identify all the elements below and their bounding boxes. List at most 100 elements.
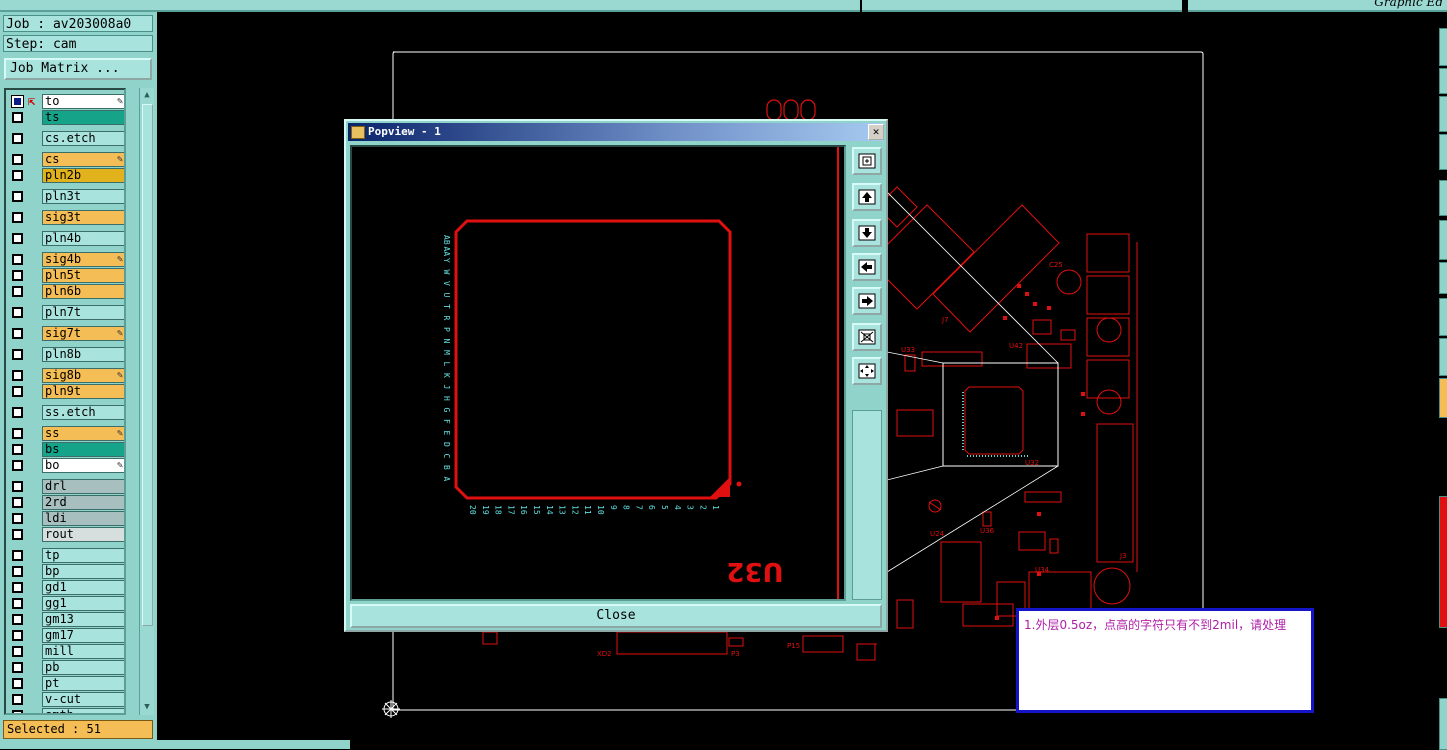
layer-checkbox[interactable] (12, 254, 23, 265)
layer-row[interactable]: pb (8, 660, 124, 675)
layer-name[interactable]: ss.etch (42, 405, 124, 420)
popview-canvas[interactable]: AB AA Y W V U T R P N M L K J H G F E D C B A 20 19 18 17 16 15 14 1… (350, 145, 846, 601)
layer-row[interactable]: pln5t (8, 268, 124, 283)
review-note-box[interactable]: 1.外层0.5oz，点高的字符只有不到2mil，请处理 (1016, 608, 1314, 713)
layer-checkbox[interactable] (12, 662, 23, 673)
close-button[interactable]: Close (350, 604, 882, 628)
layer-name[interactable]: bp (42, 564, 124, 579)
layer-row[interactable]: drl (8, 479, 124, 494)
layer-checkbox[interactable] (12, 513, 23, 524)
layer-checkbox[interactable] (12, 566, 23, 577)
layer-name[interactable]: pln5t (42, 268, 124, 283)
layer-row[interactable]: pln2b (8, 168, 124, 183)
close-icon[interactable]: ✕ (868, 124, 884, 140)
layer-row[interactable]: mill (8, 644, 124, 659)
job-matrix-button[interactable]: Job Matrix ... (4, 58, 152, 80)
right-tool-button-2[interactable] (1439, 68, 1447, 94)
scroll-down-arrow-icon[interactable]: ▼ (141, 701, 153, 713)
pan-up-button[interactable] (852, 183, 882, 211)
layer-row[interactable]: ss ✎ (8, 426, 124, 441)
layer-checkbox[interactable] (12, 154, 23, 165)
layer-row[interactable]: bo ✎ (8, 458, 124, 473)
pan-left-button[interactable] (852, 253, 882, 281)
layer-row[interactable]: pln8b (8, 347, 124, 362)
layer-name[interactable]: sig7t ✎ (42, 326, 124, 341)
layer-name[interactable]: pb (42, 660, 124, 675)
right-tool-button-3[interactable] (1439, 96, 1447, 132)
layer-name[interactable]: bs (42, 442, 124, 457)
layer-checkbox[interactable] (12, 328, 23, 339)
layer-row[interactable]: ldi (8, 511, 124, 526)
layer-name[interactable]: gg1 (42, 596, 124, 611)
layer-row[interactable]: pln4b (8, 231, 124, 246)
right-tool-button-5[interactable] (1439, 180, 1447, 216)
layer-checkbox[interactable] (12, 598, 23, 609)
right-tool-button-8[interactable] (1439, 298, 1447, 336)
layer-checkbox[interactable] (12, 614, 23, 625)
right-tool-button-12[interactable] (1439, 698, 1447, 750)
layer-row[interactable]: pln9t (8, 384, 124, 399)
layer-checkbox[interactable] (12, 582, 23, 593)
layer-checkbox[interactable] (12, 286, 23, 297)
layer-name[interactable]: gm17 (42, 628, 124, 643)
layer-name[interactable]: pln2b (42, 168, 124, 183)
layer-name[interactable]: v-cut (42, 692, 124, 707)
zoom-out-button[interactable] (852, 323, 882, 351)
layer-row[interactable]: pln7t (8, 305, 124, 320)
right-tool-button-10[interactable] (1439, 378, 1447, 418)
layer-checkbox[interactable] (12, 550, 23, 561)
layer-name[interactable]: gd1 (42, 580, 124, 595)
layer-checkbox[interactable] (12, 370, 23, 381)
layer-checkbox[interactable] (12, 112, 23, 123)
layer-checkbox[interactable] (12, 307, 23, 318)
layer-checkbox[interactable] (12, 646, 23, 657)
layer-row[interactable]: ⇱ to ✎ (8, 94, 124, 109)
right-tool-button-1[interactable] (1439, 28, 1447, 66)
layer-checkbox[interactable] (12, 481, 23, 492)
layer-row[interactable]: v-cut (8, 692, 124, 707)
layer-name[interactable]: sig3t (42, 210, 124, 225)
layer-checkbox[interactable] (12, 170, 23, 181)
layer-name[interactable]: ts (42, 110, 124, 125)
layer-row[interactable]: tp (8, 548, 124, 563)
layer-checkbox[interactable] (12, 407, 23, 418)
layer-name[interactable]: drl (42, 479, 124, 494)
layer-row[interactable]: ts (8, 110, 124, 125)
layer-name[interactable]: sig4b ✎ (42, 252, 124, 267)
layer-name[interactable]: to ✎ (42, 94, 124, 109)
layer-name[interactable]: 2rd (42, 495, 124, 510)
layer-checkbox[interactable] (12, 233, 23, 244)
layer-name[interactable]: pln8b (42, 347, 124, 362)
popview-tool-scroll[interactable] (852, 410, 882, 600)
right-tool-button-4[interactable] (1439, 134, 1447, 170)
layer-name[interactable]: pt (42, 676, 124, 691)
layer-name[interactable]: tp (42, 548, 124, 563)
top-toolbar-segment-2[interactable] (862, 0, 1182, 12)
layer-name[interactable]: ldi (42, 511, 124, 526)
scrollbar-thumb[interactable] (142, 104, 153, 626)
layer-row[interactable]: gm17 (8, 628, 124, 643)
layer-checkbox[interactable] (12, 678, 23, 689)
top-toolbar-segment-1[interactable] (0, 0, 860, 12)
layer-name[interactable]: gm13 (42, 612, 124, 627)
layer-name[interactable]: sig8b ✎ (42, 368, 124, 383)
layer-name[interactable]: pln6b (42, 284, 124, 299)
pan-down-button[interactable] (852, 219, 882, 247)
layer-row[interactable]: ss.etch (8, 405, 124, 420)
layer-checkbox[interactable] (12, 428, 23, 439)
layer-name[interactable]: mill (42, 644, 124, 659)
layer-row[interactable]: gd1 (8, 580, 124, 595)
layer-row[interactable]: bp (8, 564, 124, 579)
layer-row[interactable]: pln6b (8, 284, 124, 299)
layer-row[interactable]: pln3t (8, 189, 124, 204)
layer-row[interactable]: pt (8, 676, 124, 691)
layer-row[interactable]: sig8b ✎ (8, 368, 124, 383)
layer-row[interactable]: gm13 (8, 612, 124, 627)
layer-checkbox[interactable] (12, 444, 23, 455)
layer-name[interactable]: pln7t (42, 305, 124, 320)
layer-checkbox[interactable] (12, 191, 23, 202)
layer-name[interactable]: rout (42, 527, 124, 542)
layer-checkbox[interactable] (12, 710, 23, 713)
right-tool-button-6[interactable] (1439, 220, 1447, 260)
layer-name[interactable]: pln4b (42, 231, 124, 246)
